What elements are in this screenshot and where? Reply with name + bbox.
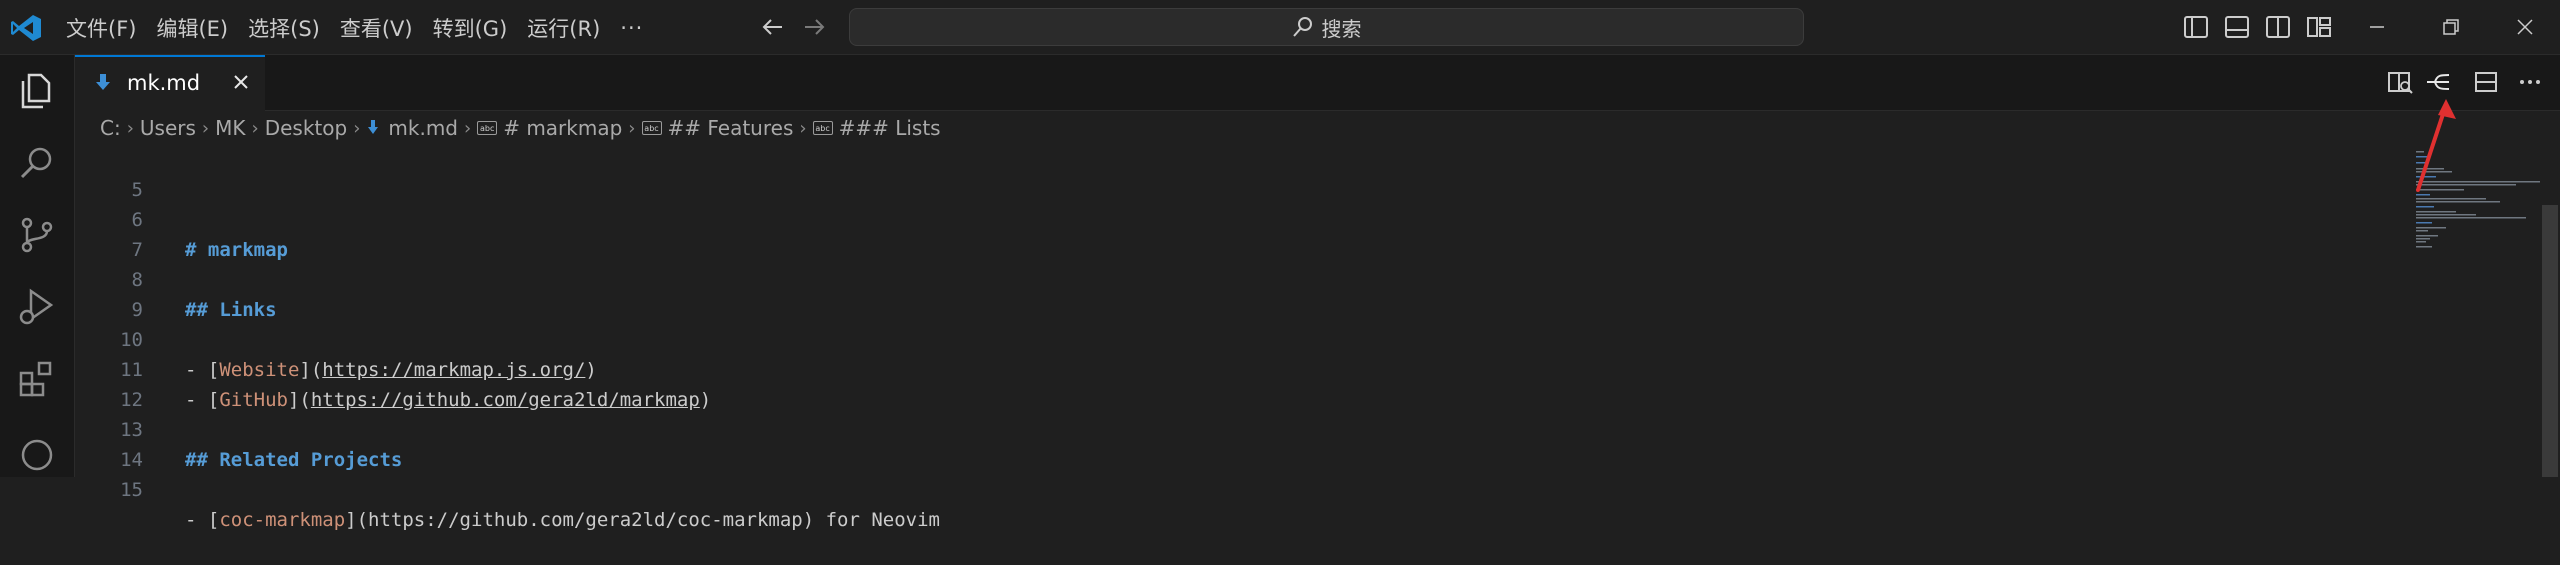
breadcrumb-user[interactable]: MK — [215, 116, 245, 140]
code-line[interactable]: 8 ## Links — [75, 235, 2375, 321]
breadcrumb-h1[interactable]: abc # markmap — [477, 116, 622, 140]
breadcrumb: C: › Users › MK › Desktop › mk.md › abc … — [75, 111, 2560, 145]
tab-label: mk.md — [127, 71, 201, 95]
split-editor-icon[interactable] — [2471, 67, 2501, 97]
chevron-right-icon: › — [464, 117, 472, 139]
annotation-arrow-icon — [2416, 99, 2456, 192]
menu-edit[interactable]: 编辑(E) — [156, 13, 228, 43]
code-line[interactable]: 12 — [75, 355, 2375, 411]
search-icon — [1292, 17, 1312, 37]
extensions-icon[interactable] — [15, 357, 59, 401]
vertical-scrollbar[interactable] — [2540, 145, 2560, 477]
toggle-secondary-sidebar-icon[interactable] — [2263, 12, 2293, 42]
toggle-primary-sidebar-icon[interactable] — [2181, 12, 2211, 42]
breadcrumb-h2-label: ## Features — [667, 116, 794, 140]
minimize-icon[interactable] — [2362, 12, 2392, 42]
breadcrumb-file-label: mk.md — [388, 116, 458, 140]
vscode-logo-icon[interactable] — [9, 13, 43, 43]
chevron-right-icon: › — [251, 117, 259, 139]
menu-file[interactable]: 文件(F) — [66, 13, 136, 43]
breadcrumb-desktop[interactable]: Desktop — [265, 116, 347, 140]
chevron-right-icon: › — [353, 117, 361, 139]
chevron-right-icon: › — [628, 117, 636, 139]
markmap-icon[interactable] — [2423, 67, 2453, 97]
menu-more[interactable]: ··· — [620, 16, 643, 40]
chevron-right-icon: › — [201, 117, 210, 139]
markdown-file-icon — [96, 74, 110, 90]
link-rest: ](https://github.com/gera2ld/coc-markmap… — [345, 509, 940, 531]
more-actions-icon[interactable] — [2515, 67, 2545, 97]
string-symbol-icon: abc — [477, 121, 498, 135]
search-icon[interactable] — [15, 141, 59, 185]
breadcrumb-h3-label: ### Lists — [838, 116, 941, 140]
code-line[interactable]: 7 — [75, 205, 2375, 261]
search-label: 搜索 — [1321, 16, 1362, 41]
breadcrumb-users[interactable]: Users — [140, 116, 196, 140]
breadcrumb-drive[interactable]: C: — [100, 116, 121, 140]
line-number: 15 — [120, 479, 143, 501]
breadcrumb-h2[interactable]: abc ## Features — [641, 116, 794, 140]
string-symbol-icon: abc — [641, 121, 662, 135]
breadcrumb-h3[interactable]: abc ### Lists — [812, 116, 941, 140]
menu-bar: 文件(F) 编辑(E) 选择(S) 查看(V) 转到(G) 运行(R) ··· — [66, 0, 663, 55]
open-preview-icon[interactable] — [2385, 67, 2415, 97]
close-icon[interactable] — [230, 71, 252, 93]
menu-view[interactable]: 查看(V) — [340, 13, 413, 43]
code-line[interactable]: 14 — [75, 415, 2375, 471]
activity-bar — [0, 55, 75, 477]
code-line[interactable]: 6 # markmap — [75, 175, 2375, 261]
source-control-icon[interactable] — [15, 213, 59, 257]
code-line[interactable]: 13 ## Related Projects — [75, 385, 2375, 471]
scrollbar-thumb[interactable] — [2542, 205, 2558, 477]
title-bar: 文件(F) 编辑(E) 选择(S) 查看(V) 转到(G) 运行(R) ··· … — [0, 0, 2560, 55]
menu-run[interactable]: 运行(R) — [527, 13, 600, 43]
code-line[interactable]: 10 - [Website](https://markmap.js.org/) — [75, 295, 2375, 381]
customize-layout-icon[interactable] — [2304, 12, 2334, 42]
code-line[interactable]: 5 — [75, 145, 2375, 201]
string-symbol-icon: abc — [812, 121, 833, 135]
editor-tab-bar: mk.md — [75, 55, 2560, 111]
menu-selection[interactable]: 选择(S) — [248, 13, 320, 43]
files-icon[interactable] — [15, 69, 59, 113]
remote-explorer-icon[interactable] — [15, 433, 59, 477]
editor-text-area[interactable]: 5 6 # markmap 7 8 ## Links 9 10 - [Websi… — [75, 145, 2560, 531]
chevron-right-icon: › — [799, 117, 807, 139]
code-line[interactable]: 15 - [coc-markmap](https://github.com/ge… — [75, 445, 2375, 531]
restore-icon[interactable] — [2436, 12, 2466, 42]
code-line[interactable]: 9 — [75, 265, 2375, 321]
breadcrumb-h1-label: # markmap — [503, 116, 623, 140]
code-line[interactable]: 11 - [GitHub](https://github.com/gera2ld… — [75, 325, 2375, 411]
tab-mk-md[interactable]: mk.md — [75, 55, 265, 111]
link-text: coc-markmap — [219, 509, 346, 531]
menu-goto[interactable]: 转到(G) — [433, 13, 508, 43]
run-debug-icon[interactable] — [15, 285, 59, 329]
command-center-search[interactable]: 搜索 — [849, 8, 1804, 46]
toggle-panel-icon[interactable] — [2222, 12, 2252, 42]
arrow-left-icon[interactable] — [760, 13, 786, 41]
breadcrumb-file[interactable]: mk.md — [366, 116, 458, 140]
close-icon[interactable] — [2510, 12, 2540, 42]
chevron-right-icon: › — [126, 117, 134, 139]
list-bracket: - [ — [185, 509, 220, 531]
markdown-file-icon — [368, 120, 379, 134]
arrow-right-icon[interactable] — [801, 13, 827, 41]
